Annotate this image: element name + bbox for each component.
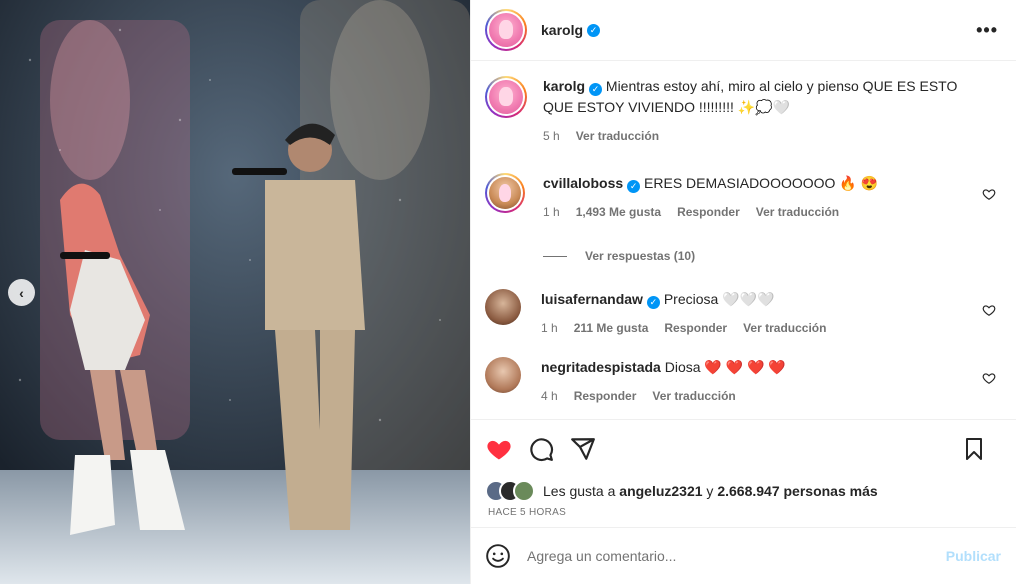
comments-list[interactable]: karolg ✓ Mientras estoy ahí, miro al ciel… (471, 61, 1016, 419)
post-side-panel: karolg ✓ ••• karolg ✓ Mientras estoy ahí,… (470, 0, 1016, 584)
comment-item: cvillaloboss ✓ ERES DEMASIADOOOOOOO 🔥 😍 1… (485, 173, 1002, 223)
author-avatar[interactable] (485, 9, 527, 51)
verified-badge-icon: ✓ (589, 83, 603, 96)
translate-button[interactable]: Ver traducción (743, 318, 826, 339)
caption-text: Mientras estoy ahí, miro al cielo y pien… (543, 78, 958, 115)
post-timestamp: HACE 5 HORAS (488, 507, 567, 518)
like-comment-icon[interactable] (982, 371, 996, 385)
concert-photo-illustration (0, 0, 470, 584)
verified-badge-icon: ✓ (587, 23, 601, 37)
comment-time[interactable]: 4 h (541, 386, 558, 407)
reply-button[interactable]: Responder (664, 318, 727, 339)
comment-text: ERES DEMASIADOOOOOOO 🔥 😍 (644, 175, 879, 191)
reply-button[interactable]: Responder (574, 386, 637, 407)
share-icon[interactable] (569, 435, 597, 463)
liker-avatars (485, 480, 535, 502)
post-actions (471, 419, 1016, 477)
caption-meta: 5 h Ver traducción (543, 126, 972, 147)
comment-text: Diosa ❤️ ❤️ ❤️ ❤️ (664, 359, 786, 375)
translate-button[interactable]: Ver traducción (652, 386, 735, 407)
post-photo[interactable]: ‹ (0, 0, 470, 584)
liker-username[interactable]: angeluz2321 (619, 483, 702, 499)
replies-divider (543, 255, 567, 257)
comment-meta: 1 h 1,493 Me gusta Responder Ver traducc… (543, 202, 972, 223)
comment-username[interactable]: negritadespistada (541, 359, 661, 375)
instagram-post: ‹ karolg ✓ ••• karolg ✓ Mientras estoy ah… (0, 0, 1016, 584)
like-heart-icon[interactable] (485, 435, 513, 463)
author-username[interactable]: karolg (541, 22, 583, 38)
verified-badge-icon: ✓ (627, 180, 641, 193)
likes-count[interactable]: 2.668.947 personas más (717, 483, 877, 499)
comment-avatar[interactable] (485, 357, 521, 393)
emoji-icon[interactable] (485, 543, 511, 569)
caption-time[interactable]: 5 h (543, 126, 560, 147)
like-comment-icon[interactable] (982, 187, 996, 201)
comment-meta: 1 h 211 Me gusta Responder Ver traducció… (541, 318, 972, 339)
comment-username[interactable]: luisafernandaw (541, 291, 643, 307)
verified-badge-icon: ✓ (646, 296, 660, 309)
likes-summary[interactable]: Les gusta a angeluz2321 y 2.668.947 pers… (471, 477, 1016, 505)
comment-text: Preciosa 🤍🤍🤍 (663, 291, 775, 307)
comment-time[interactable]: 1 h (541, 318, 558, 339)
caption-username[interactable]: karolg (543, 78, 585, 94)
comment-time[interactable]: 1 h (543, 202, 560, 223)
bookmark-icon[interactable] (960, 435, 988, 463)
reply-button[interactable]: Responder (677, 202, 740, 223)
caption: karolg ✓ Mientras estoy ahí, miro al ciel… (485, 76, 1002, 147)
view-replies-button[interactable]: Ver respuestas (10) (543, 249, 1002, 263)
publish-button[interactable]: Publicar (946, 548, 1001, 564)
caption-translate[interactable]: Ver traducción (576, 126, 659, 147)
comment-item: luisafernandaw ✓ Preciosa 🤍🤍🤍 1 h 211 Me … (485, 289, 1002, 339)
likes-middle: y (702, 483, 718, 499)
view-replies-label[interactable]: Ver respuestas (10) (585, 249, 695, 263)
comment-meta: 4 h Responder Ver traducción (541, 386, 972, 407)
more-options-icon[interactable]: ••• (976, 20, 998, 41)
translate-button[interactable]: Ver traducción (756, 202, 839, 223)
comment-composer: Publicar (471, 527, 1016, 584)
comment-likes[interactable]: 211 Me gusta (574, 318, 649, 339)
comment-item: negritadespistada Diosa ❤️ ❤️ ❤️ ❤️ 4 h … (485, 357, 1002, 407)
comment-icon[interactable] (527, 435, 555, 463)
comment-input[interactable] (527, 548, 946, 564)
comment-username[interactable]: cvillaloboss (543, 175, 623, 191)
like-comment-icon[interactable] (982, 303, 996, 317)
caption-avatar[interactable] (485, 76, 527, 118)
likes-prefix: Les gusta a (543, 483, 620, 499)
chevron-left-icon[interactable]: ‹ (8, 279, 35, 306)
comment-avatar[interactable] (485, 289, 521, 325)
post-header: karolg ✓ ••• (471, 0, 1016, 61)
comment-likes[interactable]: 1,493 Me gusta (576, 202, 661, 223)
comment-avatar[interactable] (485, 173, 525, 213)
